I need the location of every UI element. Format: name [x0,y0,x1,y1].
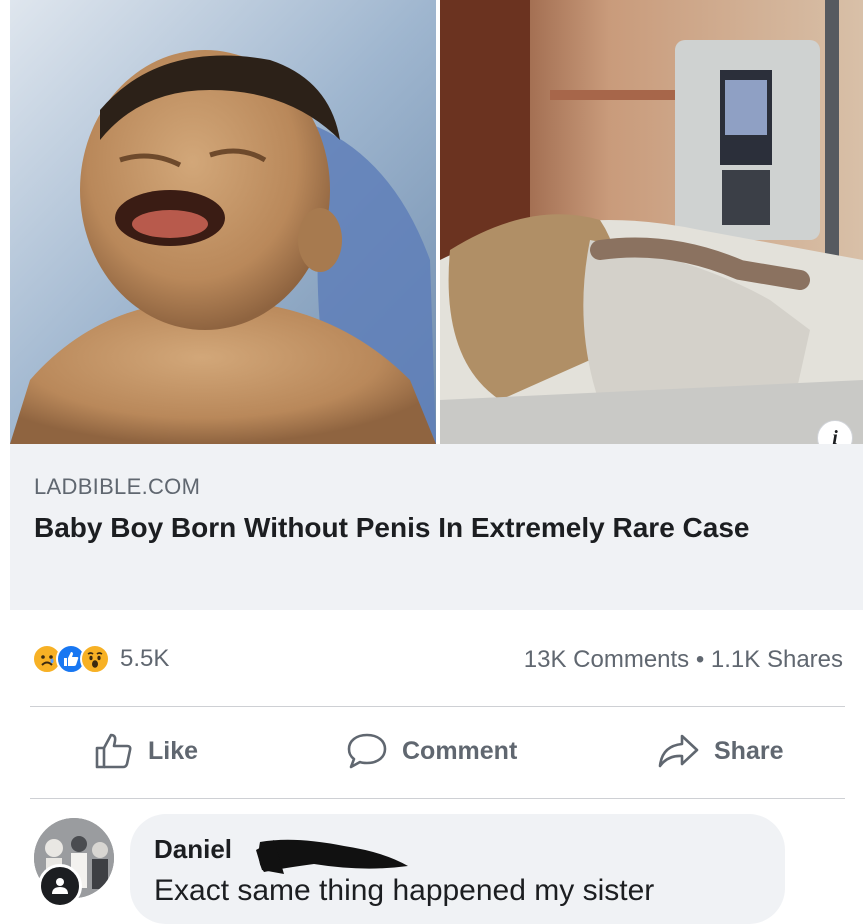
comment-icon [347,733,387,769]
share-button[interactable]: Share [656,732,783,770]
post-stats: 5.5K 13K Comments • 1.1K Shares [0,630,863,690]
link-preview-card[interactable]: LADBIBLE.COM Baby Boy Born Without Penis… [10,444,863,610]
comment-author[interactable]: Daniel [154,834,232,865]
newborn-photo[interactable] [10,0,436,444]
redaction-scribble [256,839,408,874]
post-actions: Like Comment Share [0,712,863,796]
share-label: Share [714,736,784,765]
divider [30,706,845,707]
reaction-count[interactable]: 5.5K [120,645,169,673]
comment-label: Comment [402,736,518,765]
share-arrow-icon [658,734,699,768]
comment-text: Exact same thing happened my sister [154,874,655,907]
link-domain: LADBIBLE.COM [34,474,201,499]
comment-bubble[interactable]: Daniel Exact same thing happened my sist… [130,814,785,924]
like-button[interactable]: Like [94,732,198,770]
thumbs-up-icon [95,733,132,769]
reactions-summary[interactable]: 5.5K [32,644,169,674]
comments-shares-count[interactable]: 13K Comments • 1.1K Shares [524,646,843,674]
like-label: Like [148,736,199,765]
hospital-bed-photo[interactable] [440,0,863,444]
divider [30,798,845,799]
comment: Daniel Exact same thing happened my sist… [0,800,863,924]
link-preview-images[interactable] [10,0,863,444]
link-headline[interactable]: Baby Boy Born Without Penis In Extremely… [34,508,824,548]
profile-badge-icon [38,864,82,908]
wow-reaction-icon [80,644,110,674]
comment-button[interactable]: Comment [346,732,517,770]
